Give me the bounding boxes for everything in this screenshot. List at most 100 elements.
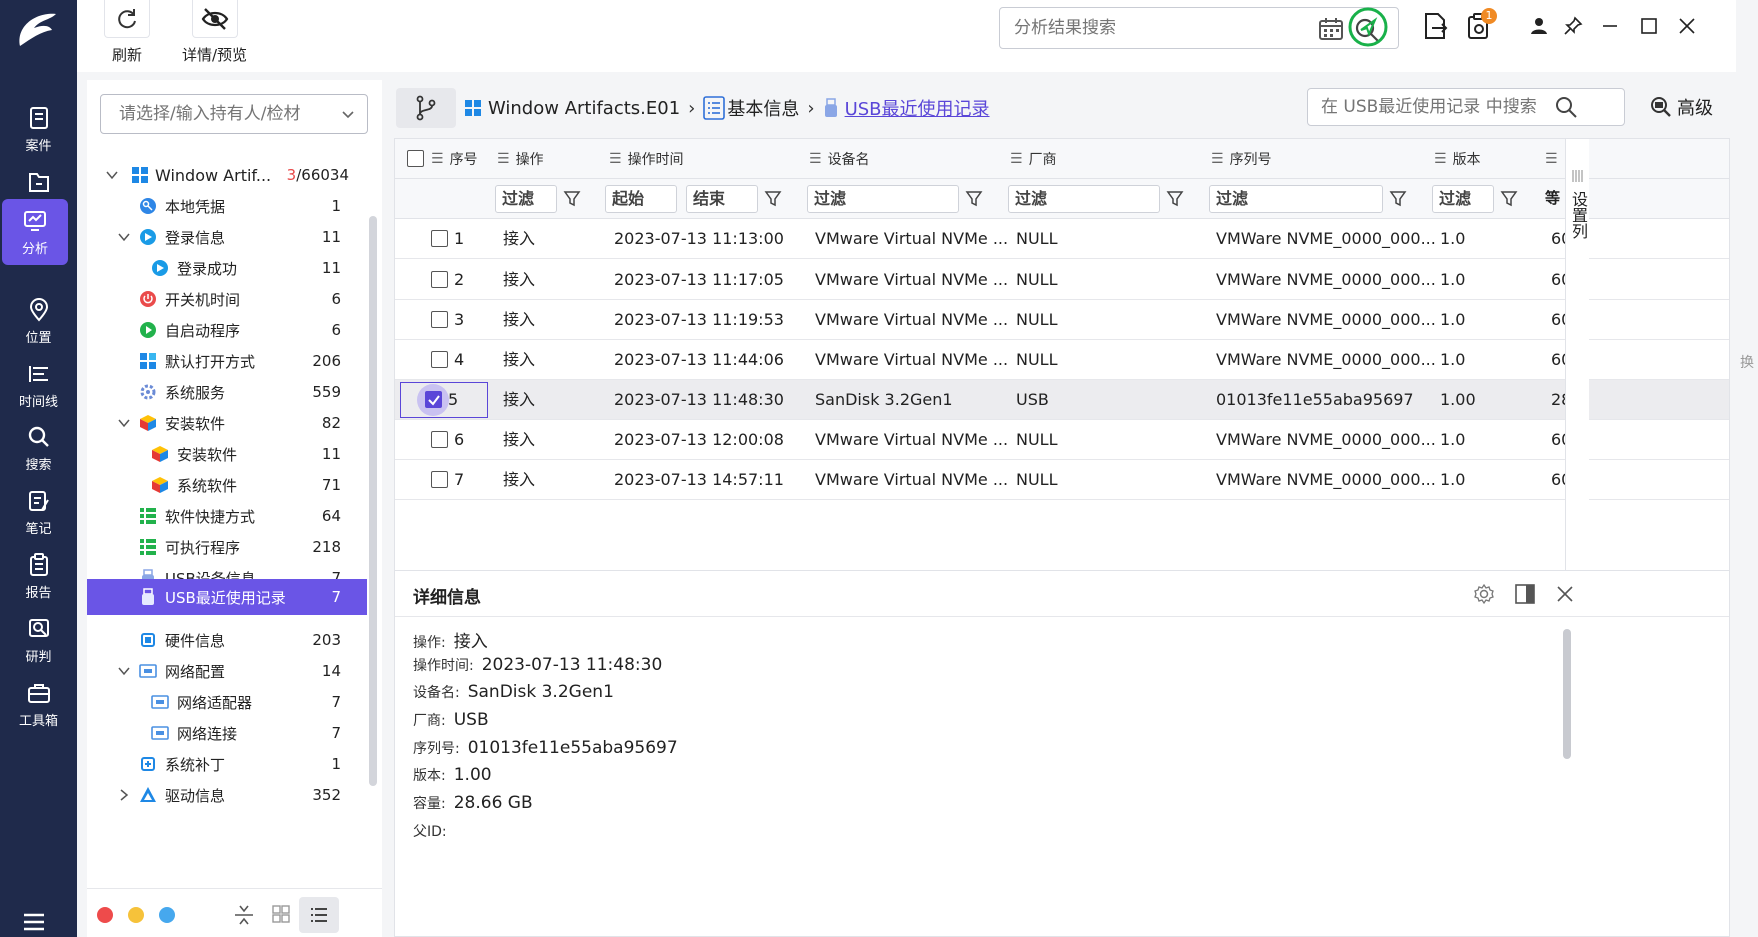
- header-operation-time[interactable]: ☰ 操作时间: [609, 139, 684, 179]
- header-serial[interactable]: ☰ 序列号: [1211, 139, 1272, 179]
- table-row-selected[interactable]: 5 接入 2023-07-13 11:48:30 SanDisk 3.2Gen1…: [395, 380, 1729, 420]
- tasks-button[interactable]: 1: [1465, 8, 1497, 40]
- nav-report[interactable]: 报告: [0, 541, 77, 611]
- row-checkbox[interactable]: [431, 271, 448, 288]
- column-menu-icon[interactable]: ☰: [609, 151, 622, 167]
- maximize-button[interactable]: [1635, 12, 1663, 40]
- filter-blue-dot[interactable]: [159, 907, 175, 923]
- funnel-icon[interactable]: [1500, 190, 1518, 208]
- tree-item-hardware[interactable]: 硬件信息 203: [87, 623, 367, 657]
- tree-item-network-config[interactable]: 网络配置 14: [87, 654, 367, 688]
- chevron-down-icon[interactable]: [117, 664, 131, 678]
- header-index[interactable]: ☰ 序号: [431, 139, 478, 179]
- header-operation[interactable]: ☰ 操作: [497, 139, 544, 179]
- table-row[interactable]: 2 接入 2023-07-13 11:17:05 VMware Virtual …: [395, 260, 1729, 300]
- nav-judge[interactable]: 研判: [0, 605, 77, 675]
- nav-notes[interactable]: 笔记: [0, 477, 77, 547]
- analysis-search[interactable]: [999, 7, 1399, 49]
- tree-item-system-services[interactable]: 系统服务 559: [87, 375, 367, 409]
- filter-yellow-dot[interactable]: [128, 907, 144, 923]
- branch-button[interactable]: [396, 88, 456, 128]
- table-row[interactable]: 6 接入 2023-07-13 12:00:08 VMware Virtual …: [395, 420, 1729, 460]
- tree-item-default-open[interactable]: 默认打开方式 206: [87, 344, 367, 378]
- nav-timeline[interactable]: 时间线: [0, 350, 77, 420]
- tree-item-system-software[interactable]: 系统软件 71: [87, 468, 367, 502]
- split-view-icon[interactable]: [1514, 583, 1536, 605]
- column-menu-icon[interactable]: ☰: [497, 151, 510, 167]
- tree-item-autostart[interactable]: 自启动程序 6: [87, 313, 367, 347]
- calendar-icon[interactable]: [1318, 17, 1344, 41]
- gear-icon[interactable]: [1473, 583, 1495, 605]
- column-menu-icon[interactable]: ☰: [1211, 151, 1224, 167]
- filter-serial[interactable]: 过滤: [1209, 185, 1383, 213]
- column-menu-icon[interactable]: ☰: [1434, 151, 1447, 167]
- chevron-down-icon[interactable]: [105, 168, 119, 182]
- header-version[interactable]: ☰ 版本: [1434, 139, 1481, 179]
- tree-item-drivers[interactable]: 驱动信息 352: [87, 778, 367, 812]
- tree-item-network-adapter[interactable]: 网络适配器 7: [87, 685, 367, 719]
- chevron-down-icon[interactable]: [117, 416, 131, 430]
- menu-icon[interactable]: [22, 912, 46, 932]
- filter-time-start[interactable]: 起始: [605, 185, 677, 213]
- tree-item-installed-software-sub[interactable]: 安装软件 11: [87, 437, 367, 471]
- nav-search[interactable]: 搜索: [0, 413, 77, 483]
- table-row[interactable]: 3 接入 2023-07-13 11:19:53 VMware Virtual …: [395, 300, 1729, 340]
- minimize-button[interactable]: [1596, 12, 1624, 40]
- select-all-checkbox[interactable]: [407, 150, 424, 167]
- table-search-input[interactable]: [1308, 89, 1558, 125]
- search-icon[interactable]: [1554, 95, 1578, 119]
- filter-device[interactable]: 过滤: [807, 185, 959, 213]
- tree-item-shortcuts[interactable]: 软件快捷方式 64: [87, 499, 367, 533]
- chevron-right-icon[interactable]: [117, 788, 131, 802]
- tree-item-local-credentials[interactable]: 本地凭据 1: [87, 189, 367, 223]
- collapse-icon[interactable]: [233, 903, 255, 927]
- header-next[interactable]: ☰: [1545, 139, 1564, 179]
- tree-item-power-time[interactable]: 开关机时间 6: [87, 282, 367, 316]
- funnel-icon[interactable]: [563, 190, 581, 208]
- funnel-icon[interactable]: [965, 190, 983, 208]
- breadcrumb-root[interactable]: Window Artifacts.E01: [488, 98, 680, 119]
- row-checkbox[interactable]: [431, 351, 448, 368]
- table-row[interactable]: 1 接入 2023-07-13 11:13:00 VMware Virtual …: [395, 219, 1729, 259]
- tree-item-login-success[interactable]: 登录成功 11: [87, 251, 367, 285]
- header-device-name[interactable]: ☰ 设备名: [809, 139, 870, 179]
- nav-case[interactable]: 案件: [0, 94, 77, 164]
- nav-analysis[interactable]: 分析: [2, 199, 68, 265]
- header-vendor[interactable]: ☰ 厂商: [1010, 139, 1057, 179]
- row-checkbox[interactable]: [431, 311, 448, 328]
- row-checkbox[interactable]: [431, 431, 448, 448]
- holder-select[interactable]: [100, 94, 368, 134]
- filter-operation[interactable]: 过滤: [495, 185, 557, 213]
- column-menu-icon[interactable]: ☰: [1545, 151, 1558, 167]
- refresh-button[interactable]: 刷新: [104, 0, 150, 65]
- grid-view-icon[interactable]: [271, 904, 291, 924]
- funnel-icon[interactable]: [764, 190, 782, 208]
- tree-item-login-info[interactable]: 登录信息 11: [87, 220, 367, 254]
- list-view-button[interactable]: [299, 897, 339, 933]
- nav-toolbox[interactable]: 工具箱: [0, 669, 77, 739]
- funnel-icon[interactable]: [1389, 190, 1407, 208]
- user-button[interactable]: [1525, 12, 1553, 40]
- breadcrumb-current[interactable]: USB最近使用记录: [845, 95, 990, 121]
- detail-scrollbar[interactable]: [1563, 629, 1571, 759]
- filter-red-dot[interactable]: [97, 907, 113, 923]
- table-row[interactable]: 4 接入 2023-07-13 11:44:06 VMware Virtual …: [395, 340, 1729, 380]
- close-icon[interactable]: [1555, 584, 1575, 604]
- row-checkbox[interactable]: [431, 230, 448, 247]
- chevron-down-icon[interactable]: [117, 230, 131, 244]
- tree-item-executables[interactable]: 可执行程序 218: [87, 530, 367, 564]
- filter-time-end[interactable]: 结束: [686, 185, 758, 213]
- status-button[interactable]: [1347, 6, 1389, 48]
- preview-button[interactable]: 详情/预览: [182, 0, 247, 65]
- tree-item-installed-software[interactable]: 安装软件 82: [87, 406, 367, 440]
- tree-item-usb-recent[interactable]: USB最近使用记录 7: [87, 579, 367, 615]
- settings-column-button[interactable]: 设置列: [1565, 139, 1589, 617]
- tree-item-root[interactable]: Window Artif... 3/66034: [87, 158, 367, 192]
- tree-item-patches[interactable]: 系统补丁 1: [87, 747, 367, 781]
- breadcrumb-mid[interactable]: 基本信息: [727, 95, 799, 121]
- table-search[interactable]: [1307, 88, 1625, 126]
- row-checkbox[interactable]: [431, 471, 448, 488]
- filter-version[interactable]: 过滤: [1432, 185, 1494, 213]
- row-checkbox-checked[interactable]: [425, 391, 442, 408]
- column-menu-icon[interactable]: ☰: [1010, 151, 1023, 167]
